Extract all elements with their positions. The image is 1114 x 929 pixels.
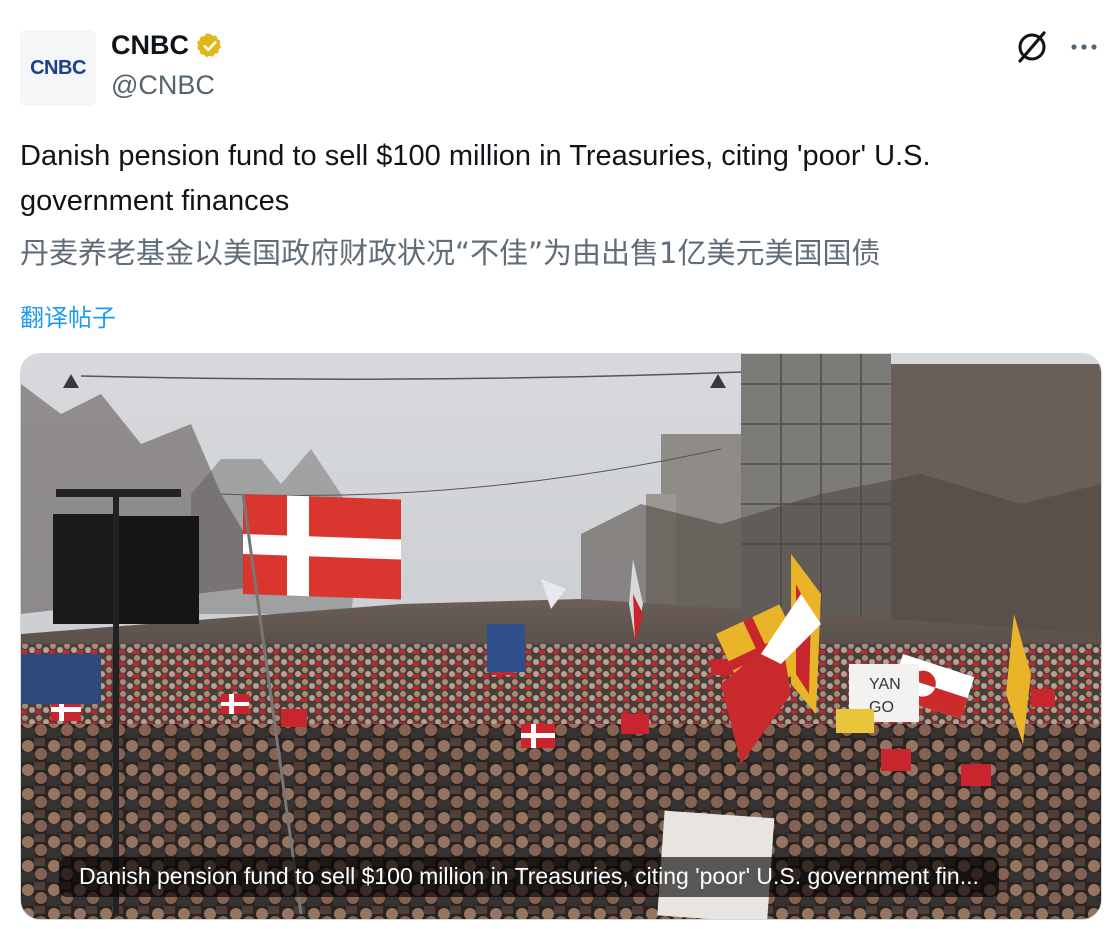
avatar[interactable]: CNBC [20,30,96,106]
author-handle[interactable]: @CNBC [111,70,215,101]
author-name-row: CNBC [111,30,224,61]
svg-text:YAN: YAN [869,676,901,693]
media-caption: Danish pension fund to sell $100 million… [59,857,999,897]
media-image[interactable]: YAN GO Danish pension fund to sell $100 … [20,353,1102,920]
tweet-text: Danish pension fund to sell $100 million… [20,140,931,217]
grok-icon[interactable] [1013,28,1051,66]
verified-badge-icon [197,33,222,57]
more-options-icon[interactable] [1068,30,1100,62]
author-display-name[interactable]: CNBC [111,30,189,61]
protest-photo: YAN GO [21,354,1101,919]
avatar-logo: CNBC [30,56,86,79]
translated-text: 丹麦养老基金以美国政府财政状况“不佳”为由出售1亿美元美国国债 [20,236,881,270]
translate-post-link[interactable]: 翻译帖子 [20,298,116,333]
